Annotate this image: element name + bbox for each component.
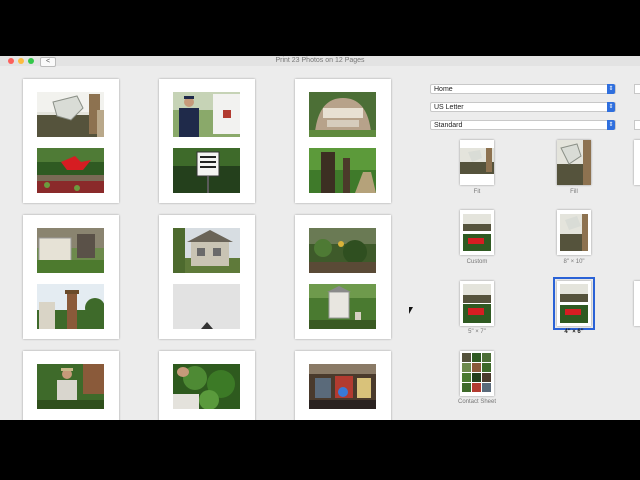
size-label-contact-sheet: Contact Sheet bbox=[457, 399, 497, 405]
photo-thumbnail[interactable] bbox=[309, 228, 376, 273]
size-label-4x6: 4" × 6" bbox=[564, 329, 584, 335]
photo-thumbnail[interactable] bbox=[173, 364, 240, 409]
print-page-5[interactable] bbox=[159, 215, 255, 339]
chevron-updown-icon: ⇕ bbox=[607, 102, 615, 112]
side-control-icon[interactable] bbox=[634, 84, 640, 94]
mouse-cursor-icon bbox=[409, 307, 413, 314]
photo-thumbnail[interactable] bbox=[173, 228, 240, 273]
print-window: < Print 23 Photos on 12 Pages Home ⇕ US … bbox=[0, 56, 640, 420]
photo-thumbnail[interactable] bbox=[37, 92, 104, 137]
photo-thumbnail[interactable] bbox=[309, 364, 376, 409]
photo-thumbnail[interactable] bbox=[37, 364, 104, 409]
window-title: Print 23 Photos on 12 Pages bbox=[275, 57, 365, 64]
size-label-custom: Custom bbox=[466, 259, 488, 265]
size-option-contact-sheet[interactable] bbox=[460, 351, 494, 396]
photo-thumbnail[interactable] bbox=[173, 148, 240, 193]
photo-thumbnail[interactable] bbox=[37, 228, 104, 273]
printer-select[interactable]: Home ⇕ bbox=[430, 84, 616, 94]
size-option-partial[interactable] bbox=[634, 140, 640, 185]
print-page-2[interactable] bbox=[159, 79, 255, 203]
photo-thumbnail[interactable] bbox=[173, 92, 240, 137]
photo-thumbnail[interactable] bbox=[309, 284, 376, 329]
photo-thumbnail[interactable] bbox=[309, 92, 376, 137]
size-label-fit: Fit bbox=[473, 189, 481, 195]
print-page-8[interactable] bbox=[159, 351, 255, 420]
size-label-8x10: 8" × 10" bbox=[563, 259, 585, 265]
printer-value: Home bbox=[434, 86, 453, 93]
photo-thumbnail[interactable] bbox=[309, 148, 376, 193]
photo-thumbnail[interactable] bbox=[37, 284, 104, 329]
paper-size-value: US Letter bbox=[434, 104, 464, 111]
print-page-9[interactable] bbox=[295, 351, 391, 420]
print-page-7[interactable] bbox=[23, 351, 119, 420]
photo-thumbnail[interactable] bbox=[37, 148, 104, 193]
quality-select[interactable]: Standard ⇕ bbox=[430, 120, 616, 130]
size-option-custom[interactable] bbox=[460, 210, 494, 255]
title-bar: < Print 23 Photos on 12 Pages bbox=[0, 56, 640, 67]
chevron-updown-icon: ⇕ bbox=[607, 84, 615, 94]
size-option-fill[interactable] bbox=[557, 140, 591, 185]
size-option-4x6[interactable] bbox=[553, 277, 595, 330]
size-option-8x10[interactable] bbox=[557, 210, 591, 255]
print-page-3[interactable] bbox=[295, 79, 391, 203]
paper-size-select[interactable]: US Letter ⇕ bbox=[430, 102, 616, 112]
print-page-4[interactable] bbox=[23, 215, 119, 339]
photo-thumbnail-blank[interactable] bbox=[173, 284, 240, 329]
print-page-1[interactable] bbox=[23, 79, 119, 203]
print-page-6[interactable] bbox=[295, 215, 391, 339]
size-option-5x7[interactable] bbox=[460, 281, 494, 326]
size-option-partial[interactable] bbox=[634, 281, 640, 326]
size-label-fill: Fill bbox=[570, 189, 578, 195]
side-control[interactable] bbox=[634, 120, 640, 130]
size-option-fit[interactable] bbox=[460, 140, 494, 185]
chevron-updown-icon: ⇕ bbox=[607, 120, 615, 130]
quality-value: Standard bbox=[434, 122, 463, 129]
size-label-5x7: 5" × 7" bbox=[468, 329, 486, 335]
